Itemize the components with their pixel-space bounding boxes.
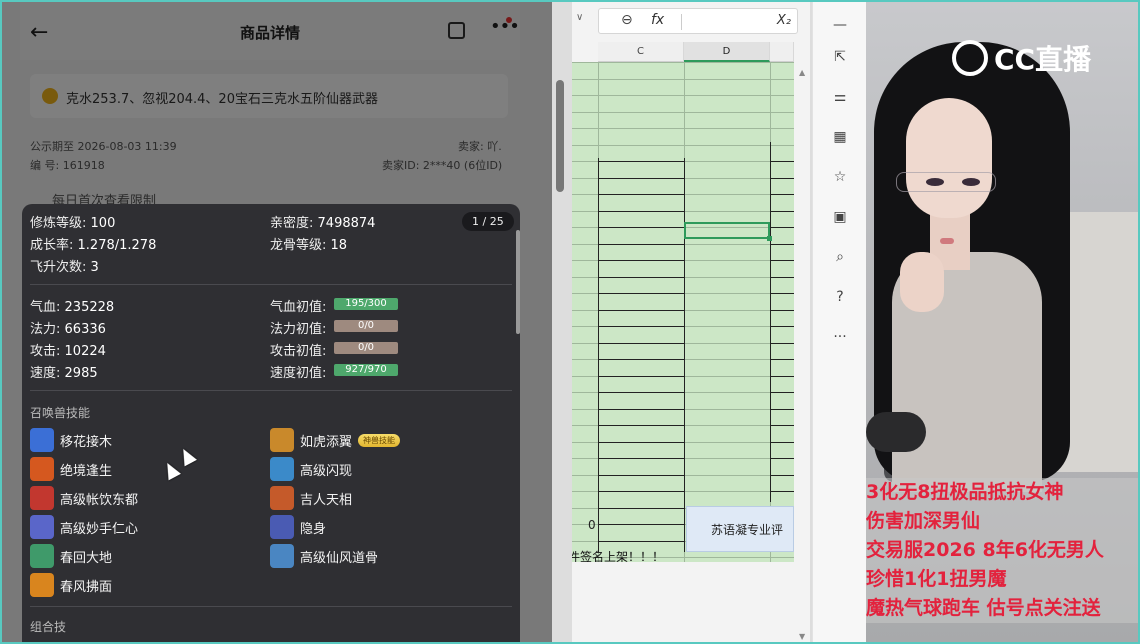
skill-item[interactable]: 如虎添翼 神兽技能 bbox=[270, 428, 401, 452]
skill-icon bbox=[270, 428, 294, 452]
page-counter: 1 / 25 bbox=[462, 212, 514, 231]
stat-intimacy: 亲密度: 7498874 bbox=[270, 216, 376, 231]
skill-icon bbox=[270, 457, 294, 481]
spreadsheet-app: ∨ ⊖ fx X₂ C D 0 苏语凝专业评 件签名上架！！！ ▲ ▼ bbox=[572, 2, 810, 642]
cc-logo-icon bbox=[952, 40, 988, 76]
attr-speed-initial-bar: 927/970 bbox=[334, 364, 398, 376]
minimize-icon[interactable]: — bbox=[827, 12, 853, 38]
divider bbox=[30, 284, 512, 285]
skill-item[interactable]: 高级闪现 bbox=[270, 457, 352, 481]
divider bbox=[30, 390, 512, 391]
danmu-overlay: 3化无8扭极品抵抗女神 伤害加深男仙 交易服2026 8年6化无男人 珍惜1化1… bbox=[866, 478, 1138, 623]
attr-mp-initial-bar: 0/0 bbox=[334, 320, 398, 332]
glasses bbox=[896, 172, 996, 192]
phone-app-panel: ← 商品详情 ••• 克水253.7、忽视204.4、20宝石三克水五阶仙器武器… bbox=[2, 2, 552, 642]
skills-section-title: 召唤兽技能 bbox=[30, 406, 91, 420]
chevron-down-icon[interactable]: ∨ bbox=[576, 12, 583, 23]
attr-speed: 速度: 2985 bbox=[30, 366, 98, 381]
filter-icon[interactable]: ⚌ bbox=[827, 84, 853, 110]
cc-live-logo: CC直播 bbox=[952, 38, 1091, 78]
find-icon[interactable]: ⌕ bbox=[827, 244, 853, 270]
danmu-line: 珍惜1化1扭男魔 bbox=[866, 568, 1007, 590]
divider bbox=[30, 606, 512, 607]
sheet-scrollbar[interactable] bbox=[516, 230, 520, 334]
skill-icon bbox=[270, 486, 294, 510]
skill-icon bbox=[30, 428, 54, 452]
skill-item[interactable]: 隐身 bbox=[270, 515, 326, 539]
live-stream-video: CC直播 3化无8扭极品抵抗女神 伤害加深男仙 交易服2026 8年6化无男人 … bbox=[866, 2, 1138, 642]
cell-value: 0 bbox=[588, 518, 596, 532]
pointer-icon[interactable]: ⇱ bbox=[827, 44, 853, 70]
divine-skill-badge: 神兽技能 bbox=[358, 433, 401, 447]
attr-mp-initial-label: 法力初值: bbox=[270, 322, 327, 337]
danmu-line: 3化无8扭极品抵抗女神 bbox=[866, 481, 1064, 503]
skill-icon bbox=[30, 486, 54, 510]
danmu-line: 魔热气球跑车 估号点关注送 bbox=[866, 597, 1101, 619]
pet-detail-sheet: 1 / 25 修炼等级: 100 亲密度: 7498874 成长率: 1.278… bbox=[22, 204, 520, 642]
selected-cell[interactable] bbox=[684, 222, 772, 241]
highlighted-cell[interactable]: 苏语凝专业评 bbox=[686, 506, 794, 552]
skill-icon bbox=[30, 573, 54, 597]
attr-speed-initial-label: 速度初值: bbox=[270, 366, 327, 381]
column-header-d[interactable]: D bbox=[684, 42, 770, 62]
image-icon[interactable]: ▣ bbox=[827, 204, 853, 230]
skill-item[interactable]: 春风拂面 bbox=[30, 573, 112, 597]
stat-growth-rate: 成长率: 1.278/1.278 bbox=[30, 238, 157, 253]
skill-item[interactable]: 春回大地 bbox=[30, 544, 112, 568]
zoom-search-icon[interactable]: ⊖ bbox=[621, 12, 633, 28]
fx-icon[interactable]: fx bbox=[651, 12, 664, 28]
fill-handle[interactable] bbox=[767, 236, 772, 241]
streamer-hand bbox=[900, 252, 944, 312]
attr-attack-initial-bar: 0/0 bbox=[334, 342, 398, 354]
table-icon[interactable]: ▦ bbox=[827, 124, 853, 150]
skill-item[interactable]: 吉人天相 bbox=[270, 486, 352, 510]
formula-expand-icon[interactable]: X₂ bbox=[777, 13, 791, 28]
skill-icon bbox=[270, 544, 294, 568]
side-toolbar: — ⇱ ⚌ ▦ ☆ ▣ ⌕ ? ··· bbox=[812, 2, 866, 642]
skill-item[interactable]: 高级仙风道骨 bbox=[270, 544, 378, 568]
skill-item[interactable]: 绝境逢生 bbox=[30, 457, 112, 481]
cell-grid[interactable]: 0 苏语凝专业评 件签名上架！！！ bbox=[572, 62, 794, 562]
column-header-e[interactable] bbox=[770, 42, 794, 62]
attr-attack: 攻击: 10224 bbox=[30, 344, 106, 359]
help-icon[interactable]: ? bbox=[827, 284, 853, 310]
more-icon[interactable]: ··· bbox=[827, 324, 853, 350]
attr-hp-initial-bar: 195/300 bbox=[334, 298, 398, 310]
scroll-down-arrow-icon[interactable]: ▼ bbox=[799, 632, 805, 641]
grid-lines bbox=[572, 62, 794, 562]
combo-section-title: 组合技 bbox=[30, 620, 67, 634]
cell-text: 件签名上架！！！ bbox=[572, 550, 665, 562]
skill-icon bbox=[270, 515, 294, 539]
attr-hp: 气血: 235228 bbox=[30, 300, 115, 315]
danmu-line: 伤害加深男仙 bbox=[866, 510, 981, 532]
star-icon[interactable]: ☆ bbox=[827, 164, 853, 190]
danmu-line: 交易服2026 8年6化无男人 bbox=[866, 539, 1104, 561]
streamer-face bbox=[906, 98, 992, 218]
skill-icon bbox=[30, 457, 54, 481]
attr-hp-initial-label: 气血初值: bbox=[270, 300, 327, 315]
stat-ascension-count: 飞升次数: 3 bbox=[30, 260, 99, 275]
column-header-c[interactable]: C bbox=[598, 42, 684, 62]
attr-attack-initial-label: 攻击初值: bbox=[270, 344, 327, 359]
skill-item[interactable]: 高级帐饮东都 bbox=[30, 486, 138, 510]
skill-item[interactable]: 高级妙手仁心 bbox=[30, 515, 138, 539]
vertical-scrollbar[interactable]: ▲ ▼ bbox=[796, 62, 810, 642]
stat-cultivation-level: 修炼等级: 100 bbox=[30, 216, 116, 231]
microphone bbox=[866, 412, 926, 452]
skill-icon bbox=[30, 544, 54, 568]
skill-icon bbox=[30, 515, 54, 539]
stat-dragon-bone-level: 龙骨等级: 18 bbox=[270, 238, 348, 253]
skill-item[interactable]: 移花接木 bbox=[30, 428, 112, 452]
formula-bar[interactable]: ⊖ fx X₂ bbox=[598, 8, 798, 34]
scroll-up-arrow-icon[interactable]: ▲ bbox=[799, 68, 805, 77]
phone-scrollbar[interactable] bbox=[556, 80, 564, 192]
attr-mp: 法力: 66336 bbox=[30, 322, 106, 337]
